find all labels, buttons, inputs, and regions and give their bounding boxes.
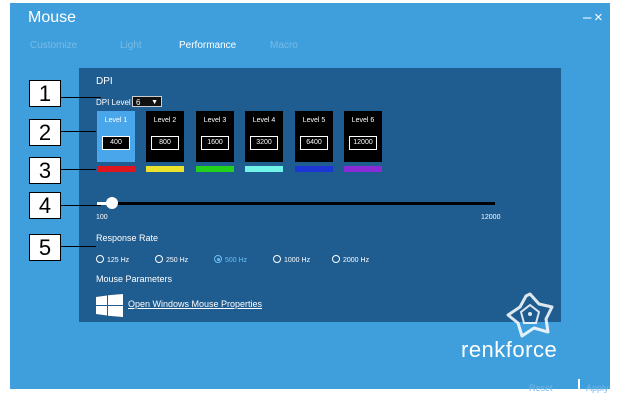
radio-label: 250 Hz xyxy=(166,257,189,264)
mouse-parameters-heading: Mouse Parameters xyxy=(96,274,173,284)
radio-1000hz[interactable]: 1000 Hz xyxy=(273,255,310,264)
level-3-color-swatch[interactable] xyxy=(196,166,234,172)
callout-3: 3 xyxy=(29,157,61,184)
radio-2000hz[interactable]: 2000 Hz xyxy=(332,255,369,264)
radio-icon xyxy=(273,255,281,263)
radio-icon xyxy=(214,255,222,263)
radio-label: 1000 Hz xyxy=(284,257,311,264)
radio-icon xyxy=(96,255,104,263)
dpi-level-select[interactable]: 6 ▼ xyxy=(132,96,162,107)
dpi-level-6-card[interactable]: Level 6 12000 xyxy=(344,111,382,162)
dpi-level-label: Level 2 xyxy=(153,117,177,124)
footer-divider xyxy=(578,379,580,394)
radio-label: 500 Hz xyxy=(225,257,248,264)
dpi-level-4-card[interactable]: Level 4 3200 xyxy=(245,111,283,162)
radio-icon xyxy=(155,255,163,263)
dpi-value-field[interactable]: 3200 xyxy=(250,136,278,150)
brand-wordmark: renkforce xyxy=(461,337,558,362)
chevron-down-icon: ▼ xyxy=(151,99,158,106)
dpi-slider-min: 100 xyxy=(96,214,108,221)
dpi-heading: DPI xyxy=(96,76,113,87)
open-mouse-properties-link[interactable]: Open Windows Mouse Properties xyxy=(128,299,262,309)
dpi-level-3-card[interactable]: Level 3 1600 xyxy=(196,111,234,162)
radio-icon xyxy=(332,255,340,263)
dpi-value-field[interactable]: 12000 xyxy=(349,136,377,150)
dpi-level-5-card[interactable]: Level 5 6400 xyxy=(295,111,333,162)
callout-5: 5 xyxy=(29,234,61,261)
response-rate-heading: Response Rate xyxy=(96,233,159,243)
callout-2-line xyxy=(61,131,96,132)
tab-customize[interactable]: Customize xyxy=(30,40,77,51)
callout-5-line xyxy=(61,246,96,247)
dpi-level-2-card[interactable]: Level 2 800 xyxy=(146,111,184,162)
callout-4-line xyxy=(61,205,101,206)
dpi-slider-max: 12000 xyxy=(481,214,501,221)
callout-1: 1 xyxy=(29,80,61,107)
dpi-level-label: DPI Level xyxy=(96,98,131,107)
apply-button[interactable]: Apply xyxy=(586,383,609,393)
dpi-value-field[interactable]: 6400 xyxy=(300,136,328,150)
radio-125hz[interactable]: 125 Hz xyxy=(96,255,129,264)
callout-3-line xyxy=(61,169,96,170)
dpi-level-value: 6 xyxy=(136,98,141,107)
reset-button[interactable]: Reset xyxy=(529,383,553,393)
level-5-color-swatch[interactable] xyxy=(295,166,333,172)
callout-1-line xyxy=(61,97,101,98)
dpi-level-label: Level 3 xyxy=(203,117,227,124)
callout-4: 4 xyxy=(29,192,61,219)
window-title: Mouse xyxy=(28,9,77,26)
callout-2: 2 xyxy=(29,119,61,146)
radio-500hz[interactable]: 500 Hz xyxy=(214,255,247,264)
dpi-value-field[interactable]: 800 xyxy=(151,136,179,150)
level-1-color-swatch[interactable] xyxy=(97,166,135,172)
level-6-color-swatch[interactable] xyxy=(344,166,382,172)
radio-250hz[interactable]: 250 Hz xyxy=(155,255,188,264)
tab-light[interactable]: Light xyxy=(120,40,142,51)
level-4-color-swatch[interactable] xyxy=(245,166,283,172)
radio-label: 125 Hz xyxy=(107,257,130,264)
radio-label: 2000 Hz xyxy=(343,257,370,264)
dpi-value-field[interactable]: 400 xyxy=(102,136,130,150)
dpi-level-label: Level 6 xyxy=(351,117,375,124)
dpi-slider-handle[interactable] xyxy=(106,197,118,209)
dpi-level-label: Level 4 xyxy=(252,117,276,124)
dpi-level-label: Level 1 xyxy=(104,117,128,124)
dpi-level-label: Level 5 xyxy=(302,117,326,124)
dpi-slider-track[interactable] xyxy=(109,202,495,205)
minimize-button[interactable]: – xyxy=(583,9,591,26)
level-2-color-swatch[interactable] xyxy=(146,166,184,172)
tab-macro[interactable]: Macro xyxy=(270,40,298,51)
close-button[interactable]: × xyxy=(594,9,603,26)
renkforce-logo-icon xyxy=(506,292,554,338)
settings-panel: DPI DPI Level 6 ▼ Level 1 400 Level 2 80… xyxy=(79,68,561,338)
app-window: Mouse – × Customize Light Performance Ma… xyxy=(10,3,610,394)
dpi-value-field[interactable]: 1600 xyxy=(201,136,229,150)
tab-performance[interactable]: Performance xyxy=(179,40,236,51)
dpi-level-1-card[interactable]: Level 1 400 xyxy=(97,111,135,162)
windows-logo-icon xyxy=(96,294,123,317)
